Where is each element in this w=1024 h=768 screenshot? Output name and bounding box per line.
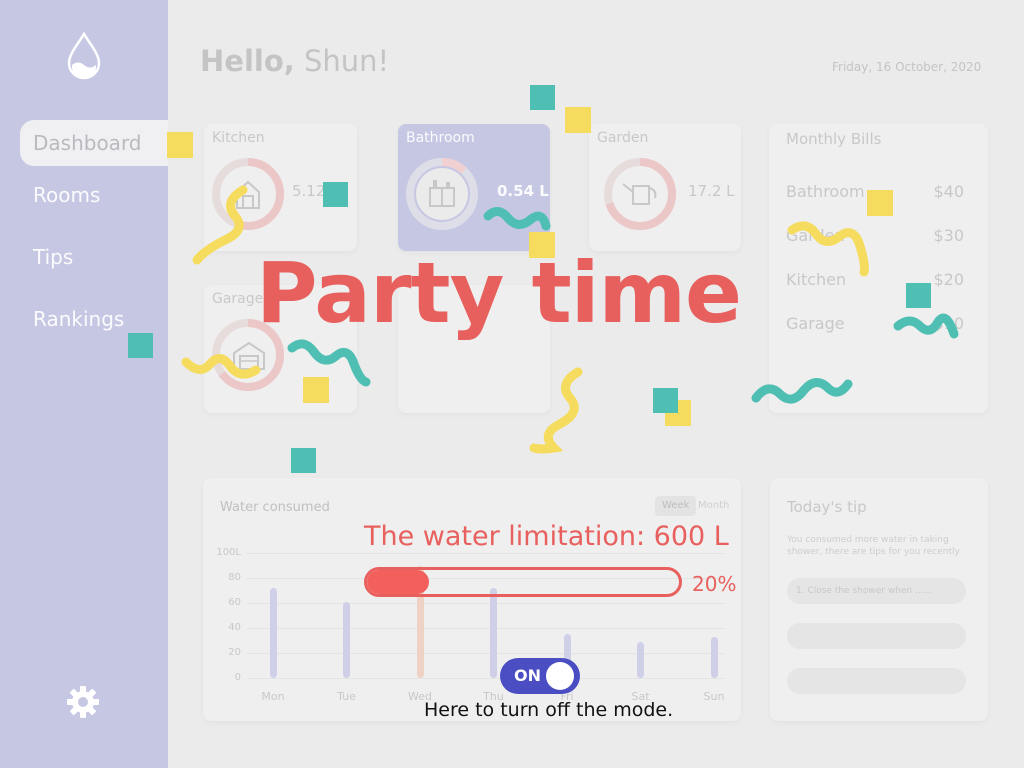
x-tick-label: Tue [337,690,356,703]
sidebar: Dashboard Rooms Tips Rankings [0,0,168,768]
bill-amount: $20 [933,270,964,289]
chart-bar [343,601,350,678]
bill-room: Kitchen [786,270,847,289]
toggle-knob [546,662,574,690]
y-tick-label: 20 [228,647,241,658]
sidebar-item-tips[interactable]: Tips [20,234,168,280]
todays-tip-card: Today's tip You consumed more water in t… [770,478,988,721]
limit-progress-label: 20% [692,572,737,596]
house-icon [236,180,260,209]
monthly-bills-card: Monthly Bills Bathroom $40 Garden $30 Kitc… [769,124,988,413]
limit-progress-fill [367,570,430,594]
chart-title: Water consumed [220,500,330,515]
watering-can-icon [622,183,657,205]
room-name: Bathroom [406,130,475,146]
limit-progress-bar [364,567,682,597]
bill-amount: $30 [933,226,964,245]
bills-title: Monthly Bills [786,130,882,148]
bill-row: Kitchen $20 [786,270,964,289]
x-tick-label: Mon [261,690,285,703]
water-limit-text: The water limitation: 600 L [364,521,729,552]
chart-bar [490,588,497,678]
y-tick-label: 60 [228,597,241,608]
water-consumed-card: Water consumed Week Month 100L 80 60 40 20 0 M… [203,478,741,721]
tip-text: You consumed more water in taking shower… [787,535,960,557]
date-label: Friday, 16 October, 2020 [832,60,982,74]
party-mode-hint: Here to turn off the mode. [424,699,674,721]
bill-room: Bathroom [786,182,865,201]
water-drop-icon [67,32,101,80]
grid-line [247,553,725,554]
y-tick-label: 40 [228,622,241,633]
grid-line [247,603,725,604]
chart-bar [710,636,718,678]
month-toggle[interactable]: Month [691,496,736,516]
party-mode-toggle[interactable]: ON [500,658,580,694]
party-title: Party time [256,244,742,342]
room-usage-value: 5.12 [292,182,326,200]
bathroom-cabinet-icon [429,180,455,207]
user-name: Shun! [294,44,390,78]
room-name: Kitchen [212,130,265,146]
gear-icon[interactable] [66,685,100,719]
x-tick-label: Sun [703,690,725,703]
y-tick-label: 80 [228,572,241,583]
tip-item[interactable]: 1. Close the shower when ...... [787,578,966,604]
sidebar-item-rooms[interactable]: Rooms [20,172,168,218]
y-tick-label: 0 [234,672,241,683]
bill-row: Garage $10 [786,314,964,333]
grid-line [247,628,725,629]
bill-room: Garden [786,226,845,245]
chart-bar [269,588,277,678]
sidebar-item-rankings[interactable]: Rankings [20,296,168,342]
room-card-kitchen[interactable]: Kitchen 5.12 [204,124,357,251]
toggle-label: ON [514,666,541,685]
tip-title: Today's tip [787,498,867,516]
room-usage-value: 0.54 L [497,182,549,200]
y-tick-label: 100L [216,547,241,558]
bill-room: Garage [786,314,845,333]
room-card-bathroom[interactable]: Bathroom 0.54 L [398,124,550,251]
grid-line [247,678,725,679]
bill-amount: $40 [933,182,964,201]
chart-bar [637,641,644,678]
room-usage-value: 17.2 L [688,182,735,200]
grid-line [247,653,725,654]
room-card-garden[interactable]: Garden 17.2 L [589,124,741,251]
greeting: Hello, Shun! [200,44,389,78]
garage-icon [233,341,265,370]
tip-item[interactable] [787,623,966,649]
tip-item[interactable] [787,668,966,694]
sidebar-item-dashboard[interactable]: Dashboard [20,120,168,166]
greeting-word: Hello, [200,44,295,78]
bill-amount: $10 [933,314,964,333]
bill-row: Bathroom $40 [786,182,964,201]
bill-row: Garden $30 [786,226,964,245]
room-name: Garden [597,130,649,146]
